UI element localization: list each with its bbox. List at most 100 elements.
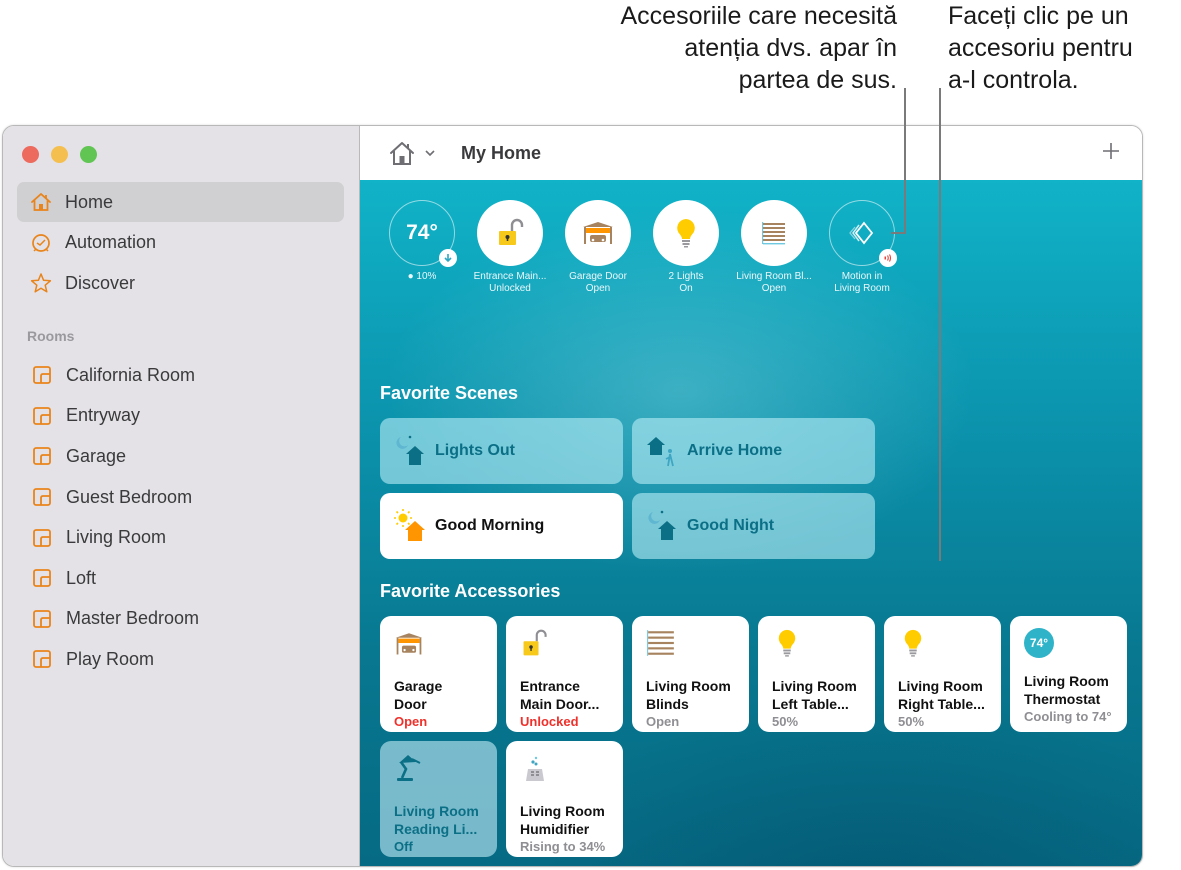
- accessory-status: Rising to 34%: [520, 839, 606, 854]
- accessory-tile-right-table-lamp[interactable]: Living Room Right Table... 50%: [884, 616, 1001, 732]
- plus-icon[interactable]: [1100, 140, 1122, 162]
- accessory-tile-thermostat[interactable]: 74° Living Room Thermostat Cooling to 74…: [1010, 616, 1127, 732]
- accessory-status: 50%: [772, 714, 799, 729]
- callout-click-accessory: Faceți clic pe un accesoriu pentru a-l c…: [948, 0, 1181, 96]
- callout-line: accesoriu pentru: [948, 34, 1133, 62]
- home-app-window: Home Automation Discover Rooms Californi…: [2, 125, 1143, 867]
- page-title: My Home: [461, 142, 542, 163]
- room-icon: [33, 609, 51, 628]
- status-motion[interactable]: Motion in Living Room: [818, 200, 906, 295]
- room-icon: [33, 650, 51, 669]
- zoom-button[interactable]: [80, 146, 97, 163]
- room-label: Loft: [66, 567, 97, 588]
- sidebar-item-automation[interactable]: Automation: [17, 223, 344, 263]
- house-icon[interactable]: [388, 139, 416, 167]
- accessories-grid: Garage Door Open Entrance Main Door... U…: [380, 616, 1127, 857]
- accessory-name: Garage Door: [394, 678, 443, 712]
- callout-attention: Accesoriile care necesită atenția dvs. a…: [537, 0, 897, 96]
- clock-icon: [29, 231, 53, 255]
- scene-good-morning[interactable]: Good Morning: [380, 493, 623, 559]
- status-name: Garage Door: [569, 271, 627, 282]
- sidebar-item-room[interactable]: Entryway: [17, 396, 344, 437]
- sidebar-item-label: Home: [65, 191, 114, 212]
- status-garage[interactable]: Garage Door Open: [554, 200, 642, 295]
- thermostat-icon: 74°: [1024, 628, 1054, 658]
- sidebar-item-home[interactable]: Home: [17, 182, 344, 222]
- sidebar-item-room[interactable]: Living Room: [17, 517, 344, 558]
- accessory-tile-humidifier[interactable]: Living Room Humidifier Rising to 34%: [506, 741, 623, 857]
- accessory-tile-reading-light[interactable]: Living Room Reading Li... Off: [380, 741, 497, 857]
- accessory-name: Living Room Thermostat: [1024, 673, 1109, 707]
- close-button[interactable]: [22, 146, 39, 163]
- status-blinds[interactable]: Living Room Bl... Open: [730, 200, 818, 295]
- humidifier-icon: [526, 756, 544, 781]
- lightbulb-icon: [677, 219, 695, 248]
- room-label: Master Bedroom: [66, 608, 200, 629]
- scene-name: Good Night: [687, 517, 775, 534]
- accessory-tile-garage-door[interactable]: Garage Door Open: [380, 616, 497, 732]
- accessory-name: Living Room Humidifier: [520, 803, 605, 837]
- favorite-scenes-title: Favorite Scenes: [380, 383, 519, 403]
- sun-house-icon: [394, 509, 425, 541]
- accessory-tile-entrance-door[interactable]: Entrance Main Door... Unlocked: [506, 616, 623, 732]
- motion-sensor-icon: [849, 221, 874, 245]
- scenes-grid: Lights Out Arrive Home Good Morning Good…: [380, 418, 875, 559]
- sidebar-item-room[interactable]: Master Bedroom: [17, 599, 344, 640]
- status-row: 74° ● 10% Entrance Main... Unlocked Garag: [378, 200, 906, 295]
- scene-name: Good Morning: [435, 517, 545, 534]
- accessory-tile-left-table-lamp[interactable]: Living Room Left Table... 50%: [758, 616, 875, 732]
- chevron-down-icon[interactable]: [424, 147, 436, 159]
- sidebar-item-label: Discover: [65, 272, 136, 293]
- room-icon: [33, 569, 51, 588]
- callout-leader-line: [939, 88, 941, 561]
- accessory-name: Living Room Reading Li...: [394, 803, 479, 837]
- scene-good-night[interactable]: Good Night: [632, 493, 875, 559]
- callout-line: atenția dvs. apar în: [684, 34, 897, 62]
- star-icon: [29, 271, 53, 295]
- room-label: California Room: [66, 364, 196, 385]
- callout-line: Accesoriile care necesită: [620, 2, 897, 30]
- droplet-icon: ●: [407, 271, 414, 282]
- status-circle: [829, 200, 897, 267]
- minimize-button[interactable]: [51, 146, 68, 163]
- accessory-tile-blinds[interactable]: Living Room Blinds Open: [632, 616, 749, 732]
- status-value: Unlocked: [489, 283, 531, 294]
- sidebar-item-discover[interactable]: Discover: [17, 263, 344, 303]
- scene-arrive-home[interactable]: Arrive Home: [632, 418, 875, 484]
- status-climate[interactable]: 74° ● 10%: [378, 200, 466, 295]
- sidebar-nav: Home Automation Discover: [17, 182, 344, 304]
- sidebar-item-room[interactable]: California Room: [17, 355, 344, 396]
- accessory-name: Living Room Right Table...: [898, 678, 985, 712]
- lock-icon: [523, 629, 547, 656]
- scene-lights-out[interactable]: Lights Out: [380, 418, 623, 484]
- arrive-home-icon: [647, 437, 674, 467]
- callout-line: partea de sus.: [738, 66, 897, 94]
- room-icon: [33, 366, 51, 385]
- toolbar: My Home: [360, 126, 1142, 180]
- sidebar: Home Automation Discover Rooms Californi…: [3, 126, 360, 866]
- blinds-icon: [762, 222, 785, 245]
- status-lights[interactable]: 2 Lights On: [642, 200, 730, 295]
- status-name: Entrance Main...: [473, 271, 547, 282]
- status-name: 2 Lights: [668, 271, 704, 282]
- humidity-label: ● 10%: [408, 271, 437, 283]
- accessory-name: Entrance Main Door...: [520, 678, 600, 712]
- house-icon: [29, 190, 53, 214]
- sidebar-item-room[interactable]: Garage: [17, 436, 344, 477]
- sidebar-item-room[interactable]: Play Room: [17, 639, 344, 680]
- rooms-section-label: Rooms: [27, 328, 75, 344]
- callout-leader-line: [891, 232, 906, 234]
- cooling-arrow-icon: [439, 249, 457, 267]
- sidebar-item-room[interactable]: Guest Bedroom: [17, 477, 344, 518]
- accessory-name: Living Room Left Table...: [772, 678, 857, 712]
- sidebar-item-room[interactable]: Loft: [17, 558, 344, 599]
- blinds-icon: [647, 630, 674, 656]
- callout-leader-line: [904, 88, 906, 234]
- room-label: Garage: [66, 445, 127, 466]
- moon-house-icon: [396, 435, 424, 465]
- motion-detected-icon: [879, 249, 897, 267]
- status-lock[interactable]: Entrance Main... Unlocked: [466, 200, 554, 295]
- status-circle: [565, 200, 631, 266]
- status-value: Open: [585, 283, 611, 294]
- room-icon: [33, 447, 51, 466]
